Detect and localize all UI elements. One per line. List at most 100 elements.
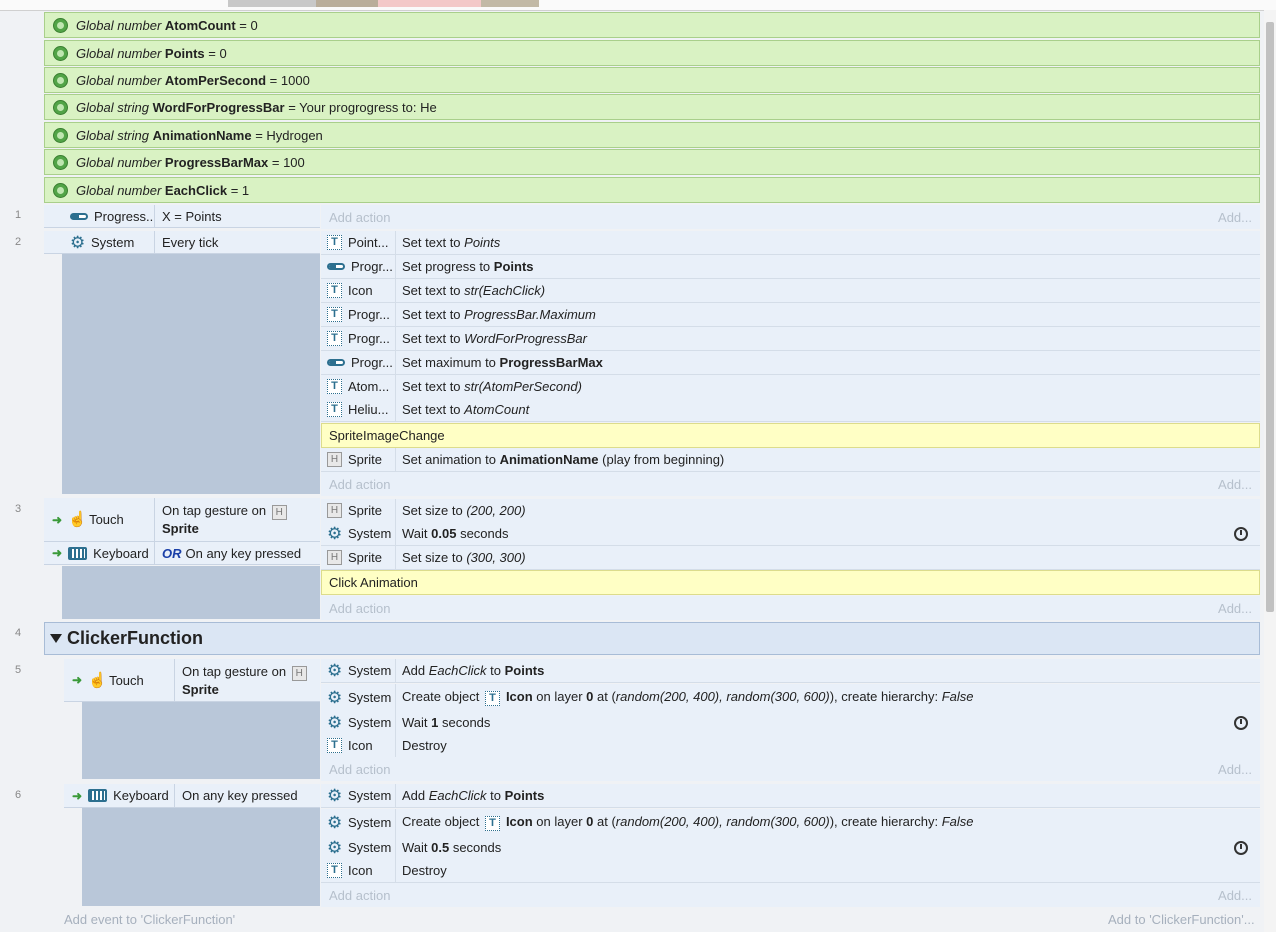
variable-kind: Global string <box>76 127 149 143</box>
event-1-condition[interactable]: Progress... X = Points <box>44 205 320 228</box>
global-variable-row[interactable]: Global number AtomPerSecond = 1000 <box>44 67 1260 93</box>
add-link[interactable]: Add... <box>1218 210 1252 225</box>
global-variable-row[interactable]: Global number EachClick = 1 <box>44 177 1260 203</box>
gear-icon: ⚙ <box>327 715 342 730</box>
add-link[interactable]: Add... <box>1218 477 1252 492</box>
add-event-to-group-link[interactable]: Add event to 'ClickerFunction' <box>64 909 235 929</box>
action-row[interactable]: T Heliu... Set text to AtomCount <box>321 398 1260 422</box>
add-action-link[interactable]: Add action <box>329 888 390 903</box>
action-text: Set progress to Points <box>402 259 534 274</box>
action-row[interactable]: T Atom... Set text to str(AtomPerSecond) <box>321 375 1260 399</box>
action-row[interactable]: T Icon Destroy <box>321 734 1260 758</box>
text-object-icon: T <box>327 283 342 298</box>
editor-tab[interactable] <box>481 0 539 7</box>
sprite-icon: H <box>327 452 342 467</box>
variable-name: WordForProgressBar <box>152 99 285 115</box>
event-5-condition[interactable]: ➜ ☝ Touch On tap gesture on H Sprite <box>64 659 320 702</box>
add-action-row[interactable]: Add action Add... <box>321 757 1260 781</box>
variable-value: = Hydrogen <box>255 127 323 143</box>
condition-object: Progress... <box>44 205 155 227</box>
add-action-row[interactable]: Add action Add... <box>321 596 1260 620</box>
action-row[interactable]: T Progr... Set text to WordForProgressBar <box>321 327 1260 351</box>
global-variable-row[interactable]: Global string AnimationName = Hydrogen <box>44 122 1260 148</box>
action-row[interactable]: Progr... Set progress to Points <box>321 255 1260 279</box>
action-row[interactable]: T Icon Set text to str(EachClick) <box>321 279 1260 303</box>
action-row[interactable]: H Sprite Set size to (300, 300) <box>321 546 1260 570</box>
collapse-triangle-icon[interactable] <box>50 634 62 643</box>
add-link[interactable]: Add... <box>1218 888 1252 903</box>
line-number: 4 <box>14 627 22 639</box>
editor-tab[interactable] <box>378 0 481 7</box>
condition-object: ➜ ☝ Touch <box>44 498 155 541</box>
text-object-icon: T <box>327 402 342 417</box>
text-object-icon: T <box>327 738 342 753</box>
action-object: T Icon <box>321 734 396 757</box>
global-variable-row[interactable]: Global string WordForProgressBar = Your … <box>44 94 1260 120</box>
action-row[interactable]: T Icon Destroy <box>321 859 1260 883</box>
add-action-link[interactable]: Add action <box>329 210 390 225</box>
variable-value: = 1000 <box>269 72 310 88</box>
add-action-link[interactable]: Add action <box>329 762 390 777</box>
action-text: Set text to str(EachClick) <box>402 283 546 298</box>
text-object-icon: T <box>484 816 500 831</box>
action-row[interactable]: T Progr... Set text to ProgressBar.Maximu… <box>321 303 1260 327</box>
action-object: Progr... <box>321 351 396 374</box>
line-number: 3 <box>14 503 22 515</box>
text-object-icon: T <box>327 331 342 346</box>
sprite-icon: H <box>327 550 342 565</box>
action-text: Set text to AtomCount <box>402 402 530 417</box>
action-object: T Progr... <box>321 327 396 350</box>
action-object: T Atom... <box>321 375 396 398</box>
action-object: T Progr... <box>321 303 396 326</box>
timer-icon <box>1234 840 1248 855</box>
comment-row[interactable]: SpriteImageChange <box>321 423 1260 448</box>
condition-block-filler <box>62 254 320 494</box>
action-row[interactable]: ⚙ System Wait 1 seconds <box>321 711 1260 735</box>
condition-text: On tap gesture on H Sprite <box>175 663 313 698</box>
line-number: 5 <box>14 664 22 676</box>
editor-tab[interactable] <box>228 0 316 7</box>
comment-row[interactable]: Click Animation <box>321 570 1260 595</box>
condition-text: OR On any key pressed <box>162 545 302 561</box>
global-variable-row[interactable]: Global number AtomCount = 0 <box>44 12 1260 38</box>
action-row[interactable]: ⚙ System Create object T Icon on layer 0 a… <box>321 684 1260 712</box>
add-action-row[interactable]: Add action Add... <box>321 883 1260 907</box>
scrollbar-thumb[interactable] <box>1266 22 1274 612</box>
action-row[interactable]: ⚙ System Wait 0.5 seconds <box>321 836 1260 860</box>
editor-tab[interactable] <box>316 0 378 7</box>
event-2-condition[interactable]: ⚙ System Every tick <box>44 231 320 254</box>
event-3-condition-keyboard[interactable]: ➜ Keyboard OR On any key pressed <box>44 542 320 565</box>
add-action-row[interactable]: Add action Add... <box>321 472 1260 496</box>
globe-icon <box>53 99 68 115</box>
variable-kind: Global number <box>76 17 162 33</box>
event-6-condition[interactable]: ➜ Keyboard On any key pressed <box>64 784 320 808</box>
add-to-group-link[interactable]: Add to 'ClickerFunction'... <box>1108 909 1255 929</box>
event-group-header[interactable]: ClickerFunction <box>44 622 1260 655</box>
action-row[interactable]: ⚙ System Add EachClick to Points <box>321 659 1260 683</box>
global-variable-row[interactable]: Global number Points = 0 <box>44 40 1260 66</box>
action-row[interactable]: ⚙ System Wait 0.05 seconds <box>321 522 1260 546</box>
action-text: Set text to Points <box>402 235 501 250</box>
action-row[interactable]: T Point... Set text to Points <box>321 231 1260 255</box>
add-action-link[interactable]: Add action <box>329 601 390 616</box>
condition-object: ⚙ System <box>44 231 155 253</box>
event-3-condition-touch[interactable]: ➜ ☝ Touch On tap gesture on H Sprite <box>44 498 320 542</box>
add-link[interactable]: Add... <box>1218 762 1252 777</box>
add-link[interactable]: Add... <box>1218 601 1252 616</box>
progressbar-icon <box>70 212 88 220</box>
action-row[interactable]: Progr... Set maximum to ProgressBarMax <box>321 351 1260 375</box>
action-row[interactable]: H Sprite Set animation to AnimationName (… <box>321 448 1260 472</box>
action-row[interactable]: ⚙ System Add EachClick to Points <box>321 784 1260 808</box>
action-object: ⚙ System <box>321 659 396 682</box>
gear-icon: ⚙ <box>327 788 342 803</box>
condition-text: X = Points <box>162 208 222 224</box>
variable-name: Points <box>164 45 205 61</box>
global-variable-row[interactable]: Global number ProgressBarMax = 100 <box>44 149 1260 175</box>
action-row[interactable]: H Sprite Set size to (200, 200) <box>321 499 1260 523</box>
action-object: H Sprite <box>321 448 396 471</box>
add-action-row[interactable]: Add action Add... <box>321 205 1260 229</box>
action-row[interactable]: ⚙ System Create object T Icon on layer 0 a… <box>321 809 1260 837</box>
add-action-link[interactable]: Add action <box>329 477 390 492</box>
vertical-scrollbar[interactable] <box>1264 10 1276 932</box>
action-text: Wait 1 seconds <box>402 715 491 730</box>
